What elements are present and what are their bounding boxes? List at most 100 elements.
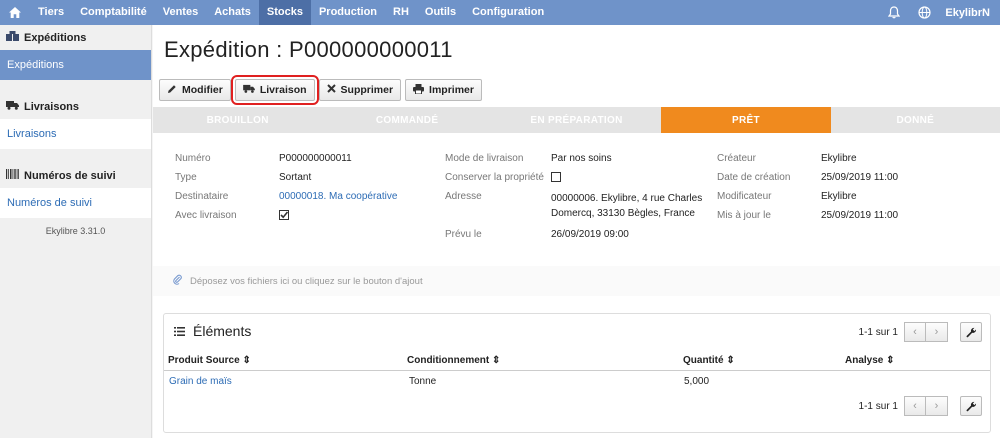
adresse-label: Adresse xyxy=(445,191,482,202)
action-toolbar: Modifier Livraison Supprimer Imprimer xyxy=(159,75,482,105)
globe-icon[interactable] xyxy=(909,0,939,25)
mode-livraison-label: Mode de livraison xyxy=(445,153,524,164)
sidebar-heading-numeros-de-suivi: Numéros de suivi xyxy=(0,163,151,188)
fields-column-1: Numéro P000000000011 Type Sortant Destinat… xyxy=(175,153,445,229)
destinataire-link[interactable]: 00000018. Ma coopérative xyxy=(279,191,397,202)
pagination-info: 1-1 sur 1 xyxy=(858,400,898,412)
main-content: Expédition : P000000000011 Modifier Livr… xyxy=(153,25,1000,438)
prevu-le-label: Prévu le xyxy=(445,229,482,240)
conserver-propriete-label: Conserver la propriété xyxy=(445,172,544,183)
chevron-right-icon[interactable]: › xyxy=(926,396,948,416)
elements-panel: Éléments 1-1 sur 1 ‹ › Produit Source ⇕ … xyxy=(163,313,991,433)
close-icon xyxy=(326,84,336,96)
step-pret: PRÊT xyxy=(661,107,831,133)
livraison-button-label: Livraison xyxy=(259,84,307,96)
step-brouillon: BROUILLON xyxy=(153,107,323,133)
step-donne: DONNÉ xyxy=(830,107,1000,133)
column-header-quantite[interactable]: Quantité ⇕ xyxy=(683,355,735,366)
column-header-label: Quantité xyxy=(683,355,724,366)
column-header-label: Conditionnement xyxy=(407,355,490,366)
date-creation-value: 25/09/2019 11:00 xyxy=(821,172,899,183)
date-creation-label: Date de création xyxy=(717,172,791,183)
checked-checkbox-icon xyxy=(279,210,289,223)
chevron-left-icon[interactable]: ‹ xyxy=(904,396,926,416)
adresse-line-2: Domercq, 33130 Bègles, France xyxy=(551,208,695,219)
expeditions-icon xyxy=(6,31,19,44)
status-steps: BROUILLON COMMANDÉ EN PRÉPARATION PRÊT D… xyxy=(153,107,1000,133)
step-commande: COMMANDÉ xyxy=(322,107,492,133)
pagination-top: 1-1 sur 1 ‹ › xyxy=(859,322,982,342)
barcode-icon xyxy=(6,169,19,182)
modificateur-value: Ekylibre xyxy=(821,191,857,202)
elements-panel-title: Éléments xyxy=(174,323,251,339)
produit-source-link[interactable]: Grain de maïs xyxy=(169,376,232,387)
sidebar-heading-label: Livraisons xyxy=(24,100,80,113)
adresse-line-1: 00000006. Ekylibre, 4 rue Charles xyxy=(551,193,703,204)
nav-tiers[interactable]: Tiers xyxy=(30,0,72,25)
wrench-icon[interactable] xyxy=(960,396,982,416)
sidebar-item-expeditions[interactable]: Expéditions xyxy=(0,50,151,80)
paperclip-icon xyxy=(173,274,182,288)
nav-rh[interactable]: RH xyxy=(385,0,417,25)
mis-a-jour-label: Mis à jour le xyxy=(717,210,771,221)
sidebar-heading-livraisons: Livraisons xyxy=(0,94,151,119)
sidebar-heading-label: Numéros de suivi xyxy=(24,169,116,182)
quantite-cell: 5,000 xyxy=(684,376,710,387)
page-title: Expédition : P000000000011 xyxy=(164,37,453,62)
fields-column-3: Créateur Ekylibre Date de création 25/09/2… xyxy=(717,153,977,229)
mode-livraison-value: Par nos soins xyxy=(551,153,612,164)
top-navigation-bar: Tiers Comptabilité Ventes Achats Stocks … xyxy=(0,0,1000,25)
imprimer-button-label: Imprimer xyxy=(429,84,474,96)
wrench-icon[interactable] xyxy=(960,322,982,342)
sort-icon: ⇕ xyxy=(886,355,895,366)
sort-icon: ⇕ xyxy=(492,355,501,366)
sidebar-item-livraisons[interactable]: Livraisons xyxy=(0,119,151,149)
sidebar-heading-label: Expéditions xyxy=(24,31,87,44)
list-icon xyxy=(174,323,185,339)
type-value: Sortant xyxy=(279,172,312,183)
nav-production[interactable]: Production xyxy=(311,0,385,25)
step-en-preparation: EN PRÉPARATION xyxy=(491,107,662,133)
type-label: Type xyxy=(175,172,197,183)
sidebar: Expéditions Expéditions Livraisons Livra… xyxy=(0,25,152,438)
bell-icon[interactable] xyxy=(879,0,909,25)
nav-configuration[interactable]: Configuration xyxy=(464,0,552,25)
numero-label: Numéro xyxy=(175,153,211,164)
supprimer-button[interactable]: Supprimer xyxy=(318,79,402,101)
chevron-left-icon[interactable]: ‹ xyxy=(904,322,926,342)
user-menu[interactable]: EkylibrN xyxy=(939,7,1000,19)
sidebar-item-numeros-de-suivi[interactable]: Numéros de suivi xyxy=(0,188,151,218)
nav-achats[interactable]: Achats xyxy=(206,0,259,25)
home-icon[interactable] xyxy=(0,0,30,25)
mis-a-jour-value: 25/09/2019 11:00 xyxy=(821,210,899,221)
prevu-le-value: 26/09/2019 09:00 xyxy=(551,229,629,240)
unchecked-checkbox-icon xyxy=(551,172,561,185)
nav-outils[interactable]: Outils xyxy=(417,0,464,25)
printer-icon xyxy=(413,83,425,97)
chevron-right-icon[interactable]: › xyxy=(926,322,948,342)
nav-ventes[interactable]: Ventes xyxy=(155,0,206,25)
sort-icon: ⇕ xyxy=(726,355,735,366)
elements-title: Éléments xyxy=(193,323,252,339)
nav-stocks[interactable]: Stocks xyxy=(258,0,311,25)
sort-icon: ⇕ xyxy=(242,355,251,366)
avec-livraison-label: Avec livraison xyxy=(175,210,237,221)
column-header-analyse[interactable]: Analyse ⇕ xyxy=(845,355,895,366)
column-header-conditionnement[interactable]: Conditionnement ⇕ xyxy=(407,355,500,366)
truck-icon xyxy=(242,84,255,96)
modifier-button-label: Modifier xyxy=(182,84,223,96)
app-version: Ekylibre 3.31.0 xyxy=(45,226,106,236)
pagination-bottom: 1-1 sur 1 ‹ › xyxy=(859,396,982,416)
conditionnement-cell: Tonne xyxy=(409,376,437,387)
modifier-button[interactable]: Modifier xyxy=(159,79,231,101)
pagination-info: 1-1 sur 1 xyxy=(858,326,898,338)
column-header-produit-source[interactable]: Produit Source ⇕ xyxy=(168,355,251,366)
livraison-button[interactable]: Livraison xyxy=(230,75,319,105)
createur-value: Ekylibre xyxy=(821,153,857,164)
file-dropzone[interactable]: Déposez vos fichiers ici ou cliquez sur … xyxy=(153,266,1000,296)
nav-comptabilite[interactable]: Comptabilité xyxy=(72,0,155,25)
imprimer-button[interactable]: Imprimer xyxy=(405,79,482,101)
createur-label: Créateur xyxy=(717,153,756,164)
sidebar-heading-expeditions: Expéditions xyxy=(0,25,151,50)
fields-column-2: Mode de livraison Par nos soins Conserver… xyxy=(445,153,715,248)
